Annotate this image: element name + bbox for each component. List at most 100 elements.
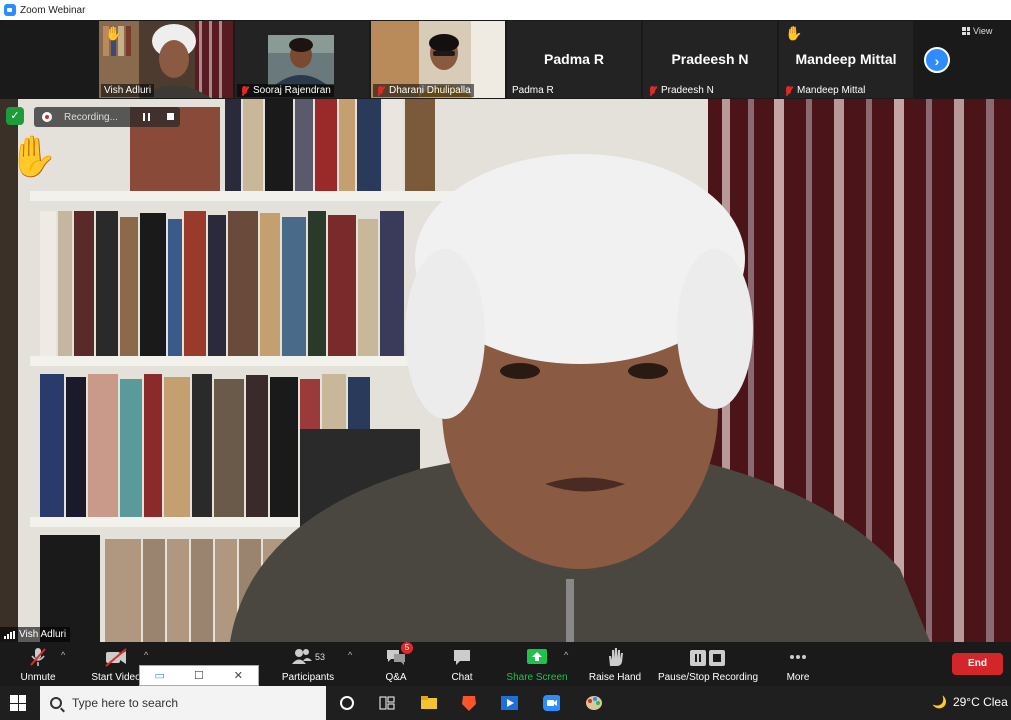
qa-button[interactable]: 5 Q&A — [380, 642, 413, 683]
task-view-icon[interactable] — [378, 694, 396, 712]
participant-name-label: Padma R — [509, 84, 557, 97]
participants-icon: 53 — [291, 646, 325, 668]
cortana-icon[interactable] — [338, 694, 356, 712]
security-shield-icon[interactable]: ✓ — [6, 107, 24, 125]
hand-icon — [605, 646, 625, 668]
participant-name: Dharani Dhulipalla — [389, 85, 471, 96]
restore-icon[interactable]: ☐ — [179, 669, 218, 682]
media-player-icon[interactable] — [500, 694, 518, 712]
participant-name-label: Dharani Dhulipalla — [373, 84, 474, 97]
share-screen-icon — [526, 646, 548, 668]
weather-text: 29°C Clea — [952, 695, 1008, 709]
share-options-caret-icon[interactable]: ^ — [564, 650, 568, 660]
audio-options-caret-icon[interactable]: ^ — [61, 650, 65, 660]
raise-hand-label: Raise Hand — [588, 672, 642, 683]
participant-tile-vish[interactable]: ✋ Vish Adluri — [99, 21, 233, 98]
grid-view-icon — [962, 27, 970, 35]
windows-start-icon[interactable] — [10, 695, 26, 711]
muted-mic-icon — [784, 85, 793, 96]
participant-name: Vish Adluri — [104, 85, 152, 96]
recording-indicator: Recording... — [34, 107, 180, 127]
zoom-window: Zoom Webinar ✋ Vish Adluri Sooraj Rajend… — [0, 0, 1011, 720]
muted-mic-icon — [240, 85, 249, 96]
participant-tile-padma[interactable]: Padma R Padma R — [507, 21, 641, 98]
participant-tile-mandeep[interactable]: ✋ Mandeep Mittal Mandeep Mittal — [779, 21, 913, 98]
weather-widget[interactable]: 🌙 29°C Clea — [932, 695, 1008, 709]
start-video-button[interactable]: Start Video — [88, 646, 144, 683]
brave-browser-icon[interactable] — [460, 694, 478, 712]
more-button[interactable]: More — [780, 646, 816, 683]
participant-name-label: Pradeesh N — [645, 84, 717, 97]
signal-bars-icon — [4, 630, 15, 639]
participant-display-name: Padma R — [544, 51, 604, 67]
main-speaker-video: ✓ Recording... ✋ Vish Adluri — [0, 99, 1011, 642]
windows-taskbar: Type here to search 🌙 29°C Clea — [0, 686, 1011, 720]
file-explorer-icon[interactable] — [420, 694, 438, 712]
title-bar: Zoom Webinar — [0, 0, 1011, 20]
participant-name-label: Vish Adluri — [101, 84, 155, 97]
participants-button[interactable]: 53 Participants — [278, 646, 338, 683]
muted-mic-icon — [28, 646, 48, 668]
participant-tile-sooraj[interactable]: Sooraj Rajendran — [235, 21, 369, 98]
participants-count: 53 — [314, 652, 325, 662]
search-placeholder: Type here to search — [72, 696, 179, 710]
moon-weather-icon: 🌙 — [932, 695, 947, 709]
speaker-video-frame — [0, 99, 1011, 642]
participant-name: Padma R — [512, 85, 554, 96]
raised-hand-icon: ✋ — [8, 135, 58, 179]
end-button[interactable]: End — [952, 653, 1003, 675]
recording-label: Recording... — [64, 111, 118, 123]
raised-hand-icon: ✋ — [785, 25, 803, 41]
participants-label: Participants — [281, 672, 335, 683]
close-icon[interactable]: ✕ — [219, 669, 258, 682]
participant-display-name: Pradeesh N — [671, 51, 749, 67]
zoom-taskbar-icon[interactable] — [542, 694, 560, 712]
share-screen-label: Share Screen — [506, 672, 568, 683]
start-video-label: Start Video — [91, 672, 141, 683]
speaker-name-label: Vish Adluri — [0, 627, 71, 642]
window-thumbnail-popup[interactable]: ▭ ☐ ✕ — [139, 665, 259, 686]
more-label: More — [786, 672, 810, 683]
unmute-label: Unmute — [20, 672, 56, 683]
pause-stop-recording-button[interactable]: Pause/Stop Recording — [656, 646, 760, 683]
paint-icon[interactable] — [584, 694, 602, 712]
muted-mic-icon — [648, 85, 657, 96]
qa-label: Q&A — [385, 672, 407, 683]
participant-display-name: Mandeep Mittal — [795, 51, 897, 67]
pause-stop-label: Pause/Stop Recording — [657, 672, 759, 683]
video-options-caret-icon[interactable]: ^ — [144, 650, 148, 660]
participant-name-label: Sooraj Rajendran — [237, 84, 334, 97]
unmute-button[interactable]: Unmute — [16, 646, 60, 683]
speaker-name: Vish Adluri — [19, 629, 67, 640]
view-label: View — [973, 26, 993, 36]
search-icon — [50, 697, 62, 709]
qa-icon: 5 — [385, 642, 413, 668]
taskbar-search-box[interactable]: Type here to search — [40, 686, 326, 720]
more-dots-icon — [788, 646, 808, 668]
participant-tile-dharani[interactable]: Dharani Dhulipalla — [371, 21, 505, 98]
zoom-thumbnail-icon: ▭ — [154, 670, 165, 682]
participants-options-caret-icon[interactable]: ^ — [348, 650, 352, 660]
qa-badge: 5 — [401, 642, 413, 654]
pause-recording-icon[interactable] — [143, 113, 150, 121]
video-off-icon — [104, 646, 128, 668]
stop-recording-icon[interactable] — [167, 113, 174, 120]
participant-name: Pradeesh N — [661, 85, 714, 96]
participant-name-label: Mandeep Mittal — [781, 84, 868, 97]
participant-name: Mandeep Mittal — [797, 85, 866, 96]
chat-button[interactable]: Chat — [446, 646, 478, 683]
recording-dot-icon — [42, 112, 52, 122]
participant-name: Sooraj Rajendran — [253, 85, 331, 96]
participant-tile-pradeesh[interactable]: Pradeesh N Pradeesh N — [643, 21, 777, 98]
pause-stop-icon — [688, 646, 728, 668]
participant-gallery-strip: ✋ Vish Adluri Sooraj Rajendran Dharani D… — [0, 20, 1011, 99]
chat-label: Chat — [451, 672, 473, 683]
share-screen-button[interactable]: Share Screen — [506, 646, 568, 683]
raise-hand-button[interactable]: Raise Hand — [588, 646, 642, 683]
raised-hand-icon: ✋ — [105, 25, 123, 41]
zoom-logo-icon — [4, 4, 16, 16]
next-page-arrow-icon[interactable]: › — [924, 47, 950, 73]
chat-icon — [452, 646, 472, 668]
view-button[interactable]: View — [962, 26, 992, 36]
muted-mic-icon — [376, 85, 385, 96]
